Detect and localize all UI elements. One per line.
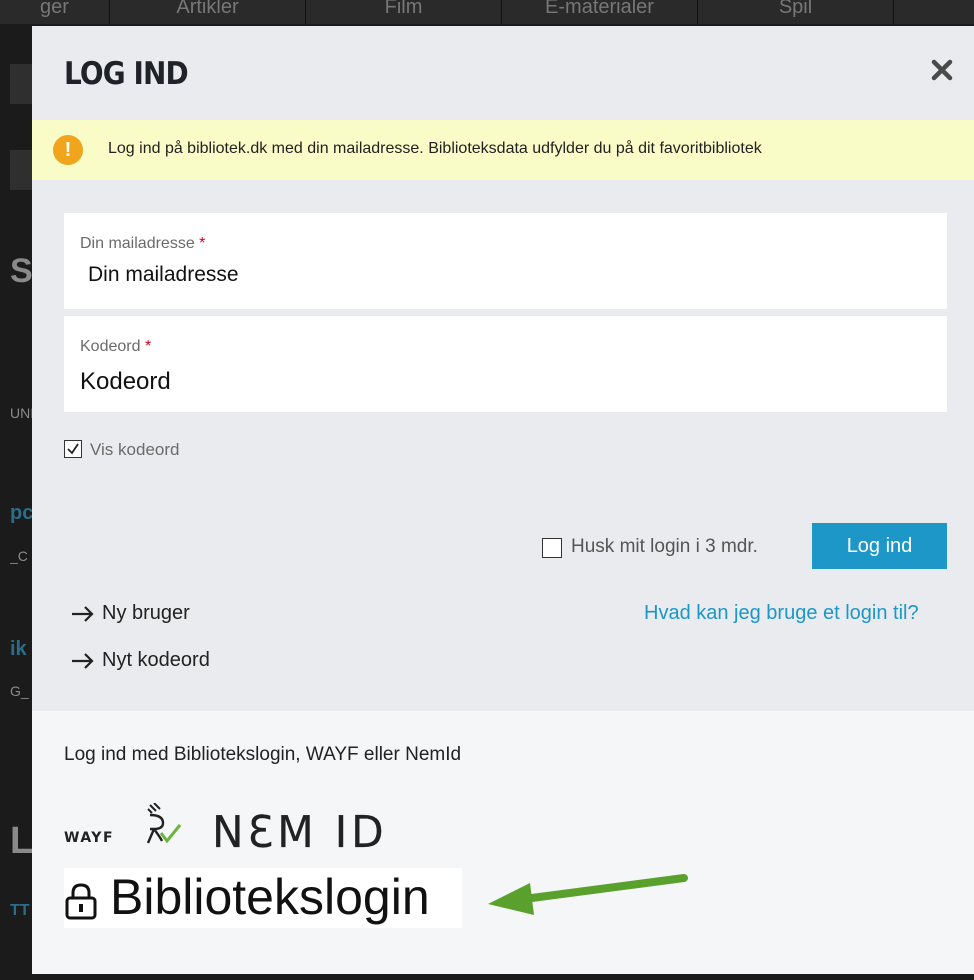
show-password-label[interactable]: Vis kodeord [90, 440, 179, 460]
bg-fragment: _C [10, 548, 28, 564]
wayf-logo: WAYF [64, 802, 182, 846]
password-field[interactable]: Kodeord * [64, 316, 947, 412]
bg-fragment: UNI [10, 405, 34, 421]
bg-fragment: L [10, 820, 34, 862]
bibliotekslogin-label: Bibliotekslogin [110, 869, 430, 925]
alternative-login-title: Log ind med Bibliotekslogin, WAYF eller … [64, 744, 462, 765]
login-modal: LOG IND ! Log ind på bibliotek.dk med di… [32, 26, 974, 974]
new-password-label: Nyt kodeord [102, 649, 210, 671]
email-input[interactable] [88, 263, 928, 287]
help-link[interactable]: Hvad kan jeg bruge et login til? [644, 602, 919, 625]
email-field[interactable]: Din mailadresse * [64, 213, 947, 309]
annotation-arrow-icon [488, 874, 688, 915]
bg-bar [10, 64, 34, 104]
bg-tab: Film [306, 0, 502, 24]
password-label: Kodeord * [80, 338, 152, 355]
bg-tab: ger [0, 0, 110, 24]
show-password-checkbox[interactable] [64, 440, 82, 458]
bg-fragment: SU [10, 252, 34, 290]
arrow-right-icon [72, 605, 94, 622]
bg-tab: Spil [698, 0, 894, 24]
remember-login-label[interactable]: Husk mit login i 3 mdr. [571, 536, 758, 558]
required-mark: * [144, 338, 152, 355]
email-label: Din mailadresse * [80, 235, 206, 252]
required-mark: * [199, 235, 206, 252]
new-user-label: Ny bruger [102, 602, 190, 624]
info-notice: ! Log ind på bibliotek.dk med din mailad… [32, 120, 974, 180]
remember-login-checkbox[interactable] [542, 538, 562, 558]
bg-bar [10, 150, 34, 190]
arrow-right-icon [72, 652, 94, 669]
bibliotekslogin-button[interactable]: Bibliotekslogin [64, 868, 462, 928]
lock-icon [65, 883, 97, 920]
nemid-login-button[interactable]: NƐM ID [212, 807, 387, 858]
bg-fragment: ik [10, 638, 27, 660]
bg-fragment: TT [10, 902, 30, 919]
bg-fragment: G_ [10, 683, 29, 699]
close-icon [931, 59, 953, 81]
password-input[interactable] [80, 368, 920, 396]
background-nav: ger Artikler Film E-materialer Spil [0, 0, 974, 24]
bg-fragment: pc [10, 502, 34, 524]
new-user-link[interactable]: Ny bruger [70, 602, 190, 625]
bg-tab: Artikler [110, 0, 306, 24]
checkmark-icon [67, 443, 79, 455]
wayf-text: WAYF [64, 830, 114, 846]
new-password-link[interactable]: Nyt kodeord [70, 649, 210, 672]
wayf-login-button[interactable]: WAYF [64, 802, 190, 851]
close-button[interactable] [928, 56, 956, 84]
login-button[interactable]: Log ind [812, 523, 947, 569]
notice-text: Log ind på bibliotek.dk med din mailadre… [108, 140, 762, 157]
modal-title: LOG IND [64, 56, 189, 92]
alternative-login-section: Log ind med Bibliotekslogin, WAYF eller … [32, 711, 974, 974]
bg-tab: E-materialer [502, 0, 698, 24]
exclamation-icon: ! [53, 135, 83, 165]
